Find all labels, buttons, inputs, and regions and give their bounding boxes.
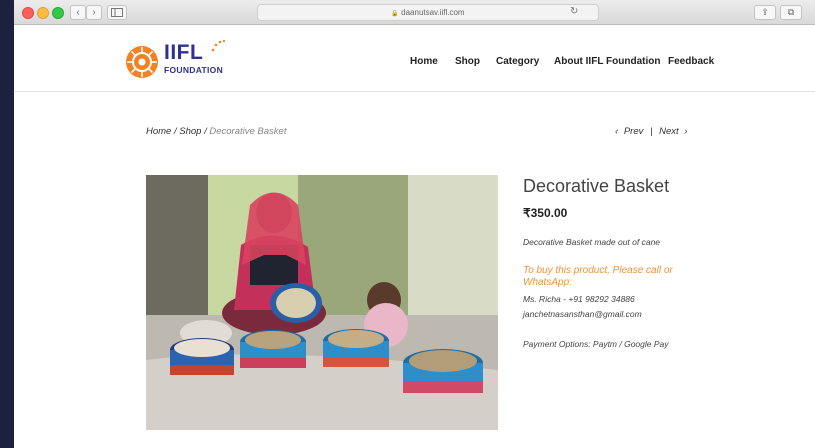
minimize-window-button[interactable]	[37, 7, 49, 19]
iifl-foundation-logo[interactable]: IIFL FOUNDATION	[122, 39, 232, 81]
site-header: IIFL FOUNDATION Home Shop Category About…	[14, 25, 815, 92]
breadcrumb-current: Decorative Basket	[209, 126, 287, 137]
logo-title: IIFL	[164, 41, 204, 64]
nav-feedback-link[interactable]: Feedback	[668, 56, 714, 67]
purchase-instructions: To buy this product, Please call or What…	[523, 265, 673, 288]
tabs-icon[interactable]: ⧉	[780, 5, 802, 20]
url-text: daanutsav.iifl.com	[401, 8, 465, 17]
close-window-button[interactable]	[22, 7, 34, 19]
pager-divider: |	[650, 126, 653, 137]
logo-subtitle: FOUNDATION	[164, 65, 224, 75]
logo-sparkle-icon	[211, 39, 226, 52]
breadcrumb-shop-link[interactable]: Shop	[179, 126, 201, 137]
chevron-right-icon[interactable]: ›	[684, 126, 687, 137]
product-title: Decorative Basket	[523, 176, 670, 196]
sidebar-toggle-icon[interactable]	[107, 5, 127, 20]
breadcrumb: Home / Shop / Decorative Basket	[146, 126, 286, 137]
back-icon[interactable]: ‹	[70, 5, 86, 20]
contact-email[interactable]: janchetnasansthan@gmail.com	[523, 309, 642, 319]
breadcrumb-home-link[interactable]: Home	[146, 126, 171, 137]
nav-shop-link[interactable]: Shop	[455, 56, 480, 67]
contact-phone[interactable]: Ms. Richa - +91 98292 34886	[523, 294, 635, 304]
lock-icon: 🔒	[391, 11, 399, 17]
logo-emblem-icon	[126, 46, 158, 78]
maximize-window-button[interactable]	[52, 7, 64, 19]
share-icon[interactable]: ⇪	[754, 5, 776, 20]
product-description: Decorative Basket made out of cane	[523, 237, 661, 247]
product-pager: ‹ Prev | Next ›	[615, 126, 687, 137]
browser-window: ‹ › 🔒 daanutsav.iifl.com ↻ ⇪ ⧉ IIFL FOUN…	[14, 0, 815, 448]
forward-icon[interactable]: ›	[86, 5, 102, 20]
next-link[interactable]: Next	[659, 126, 679, 137]
browser-titlebar: ‹ › 🔒 daanutsav.iifl.com ↻ ⇪ ⧉	[14, 0, 815, 25]
product-image[interactable]	[146, 175, 498, 430]
nav-category-link[interactable]: Category	[496, 56, 539, 67]
payment-options: Payment Options: Paytm / Google Pay	[523, 339, 669, 349]
nav-about-link[interactable]: About IIFL Foundation	[554, 56, 660, 67]
prev-link[interactable]: Prev	[624, 126, 644, 137]
product-photo-illustration	[146, 175, 498, 430]
address-bar[interactable]: 🔒 daanutsav.iifl.com	[257, 4, 599, 21]
chevron-left-icon[interactable]: ‹	[615, 126, 618, 137]
nav-home-link[interactable]: Home	[410, 56, 438, 67]
product-price: ₹350.00	[523, 206, 568, 220]
reload-icon[interactable]: ↻	[570, 4, 578, 19]
